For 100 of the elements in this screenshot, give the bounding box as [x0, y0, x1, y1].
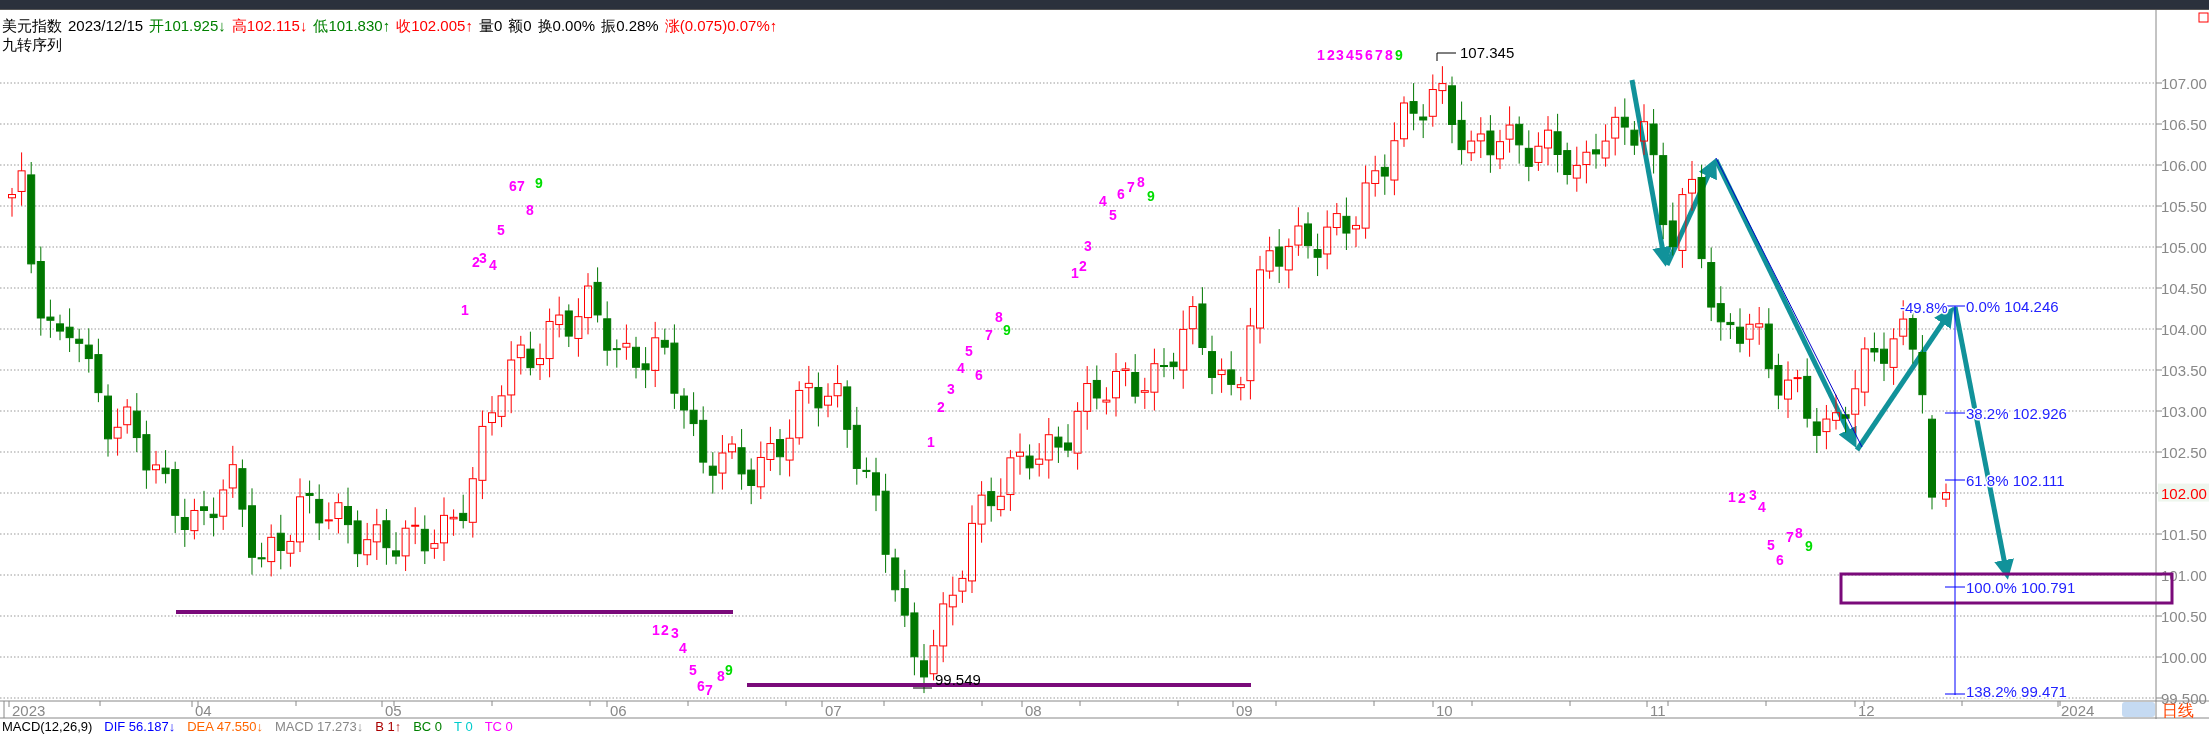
- month-label: 11: [1650, 702, 1666, 719]
- indicator-title: MACD(12,26,9): [2, 719, 93, 735]
- sequence-number: 4: [957, 360, 965, 376]
- sequence-number: 7: [1786, 529, 1794, 545]
- fib-level-label: 138.2% 99.471: [1966, 683, 2067, 700]
- quote-field: 振0.28%: [601, 17, 659, 34]
- sequence-number: 9: [1395, 47, 1403, 63]
- sequence-number: 6: [697, 678, 705, 694]
- month-label: 05: [385, 702, 402, 719]
- sequence-number: 4: [679, 640, 687, 656]
- price-label: 104.00: [2161, 321, 2207, 338]
- sequence-number: 6: [1776, 552, 1784, 568]
- month-label: 07: [825, 702, 842, 719]
- price-label: 103.00: [2161, 403, 2207, 420]
- sequence-number: 9: [725, 662, 733, 678]
- sequence-number: 6: [975, 367, 983, 383]
- sequence-number: 7: [1127, 179, 1135, 195]
- sequence-number: 5: [497, 222, 505, 238]
- fib-level-label: 0.0% 104.246: [1966, 298, 2059, 315]
- sequence-number: 2: [1327, 47, 1335, 63]
- sequence-number: 1: [652, 622, 660, 638]
- sequence-number: 5: [1109, 207, 1117, 223]
- sequence-number: 7: [1375, 47, 1383, 63]
- sequence-number: 8: [526, 202, 534, 218]
- price-label: 107.00: [2161, 75, 2207, 92]
- sequence-number: 7: [705, 682, 713, 698]
- indicator-value: T 0: [454, 719, 473, 735]
- sequence-number: 7: [985, 327, 993, 343]
- price-label: 105.50: [2161, 198, 2207, 215]
- price-label: 103.50: [2161, 362, 2207, 379]
- price-label: 100.50: [2161, 608, 2207, 625]
- sequence-number: 3: [1336, 47, 1344, 63]
- month-label: 2024: [2061, 702, 2095, 719]
- month-label: 09: [1236, 702, 1253, 719]
- quote-field: 量0: [478, 17, 503, 34]
- sequence-number: 8: [717, 668, 725, 684]
- quote-field: 美元指数: [2, 17, 62, 34]
- quote-field: 换0.00%: [537, 17, 596, 34]
- indicator-value: B 1↑: [375, 719, 402, 735]
- indicator-value: MACD 17.273↓: [275, 719, 364, 735]
- indicator-value: DEA 47.550↓: [187, 719, 264, 735]
- price-label: 105.00: [2161, 239, 2207, 256]
- quote-field: 2023/12/15: [68, 17, 144, 34]
- sequence-number: 6: [1117, 186, 1125, 202]
- quote-field: 额0: [508, 17, 532, 34]
- sequence-number: 5: [965, 343, 973, 359]
- sequence-number: 2: [661, 622, 669, 638]
- sequence-number: 9: [1805, 538, 1813, 554]
- quote-field: 涨(0.075)0.07%↑: [664, 17, 778, 34]
- sequence-number: 3: [671, 625, 679, 641]
- sequence-number: 3: [479, 250, 487, 266]
- price-label: 101.50: [2161, 526, 2207, 543]
- sequence-number: 5: [1767, 537, 1775, 553]
- sequence-number: 6: [1365, 47, 1373, 63]
- sequence-number: 8: [1795, 525, 1803, 541]
- quote-field: 收102.005↑: [396, 17, 473, 34]
- sequence-number: 8: [1137, 174, 1145, 190]
- sequence-number: 1: [927, 434, 935, 450]
- sequence-number: 8: [995, 309, 1003, 325]
- indicator-value: DIF 56.187↓: [104, 719, 176, 735]
- quote-field: 低101.830↑: [313, 17, 391, 34]
- sequence-number: 9: [1003, 322, 1011, 338]
- sequence-number: 3: [947, 381, 955, 397]
- indicator-value: BC 0: [413, 719, 443, 735]
- sequence-number: 3: [1749, 487, 1757, 503]
- sequence-number: 2: [1738, 490, 1746, 506]
- sequence-number: 9: [535, 175, 543, 191]
- sequence-number: 4: [1346, 47, 1354, 63]
- sequence-number: 2: [472, 254, 480, 270]
- sequence-number: 4: [1758, 499, 1766, 515]
- price-label: 102.50: [2161, 444, 2207, 461]
- sequence-number: 3: [1084, 238, 1092, 254]
- sequence-number: 2: [937, 399, 945, 415]
- quote-field: 高102.115↓: [231, 17, 308, 34]
- fib-level-label: 100.0% 100.791: [1966, 579, 2076, 596]
- month-label: 08: [1025, 702, 1042, 719]
- sequence-number: 9: [1147, 188, 1155, 204]
- sequence-number: 1: [1317, 47, 1325, 63]
- price-label: 104.50: [2161, 280, 2207, 297]
- indicator-value: TC 0: [484, 719, 513, 735]
- high-price-label: 107.345: [1460, 44, 1515, 61]
- indicator-name: 九转序列: [2, 36, 63, 53]
- price-label: 106.50: [2161, 116, 2207, 133]
- sequence-number: 5: [1355, 47, 1363, 63]
- sequence-number: 7: [517, 178, 525, 194]
- month-label: 06: [610, 702, 627, 719]
- sequence-number: 6: [509, 178, 517, 194]
- sequence-number: 4: [489, 257, 497, 273]
- current-price-label: 102.00: [2158, 483, 2209, 502]
- sequence-number: 4: [1099, 193, 1107, 209]
- sequence-number: 8: [1385, 47, 1393, 63]
- price-label: 106.00: [2161, 157, 2207, 174]
- month-label: 12: [1858, 702, 1875, 719]
- sequence-number: 1: [461, 302, 469, 318]
- quote-field: 开101.925↓: [149, 17, 226, 34]
- price-label: 100.00: [2161, 649, 2207, 666]
- sequence-number: 2: [1079, 258, 1087, 274]
- sequence-number: 1: [1728, 489, 1736, 505]
- month-label: 10: [1436, 702, 1453, 719]
- month-label: 04: [195, 702, 212, 719]
